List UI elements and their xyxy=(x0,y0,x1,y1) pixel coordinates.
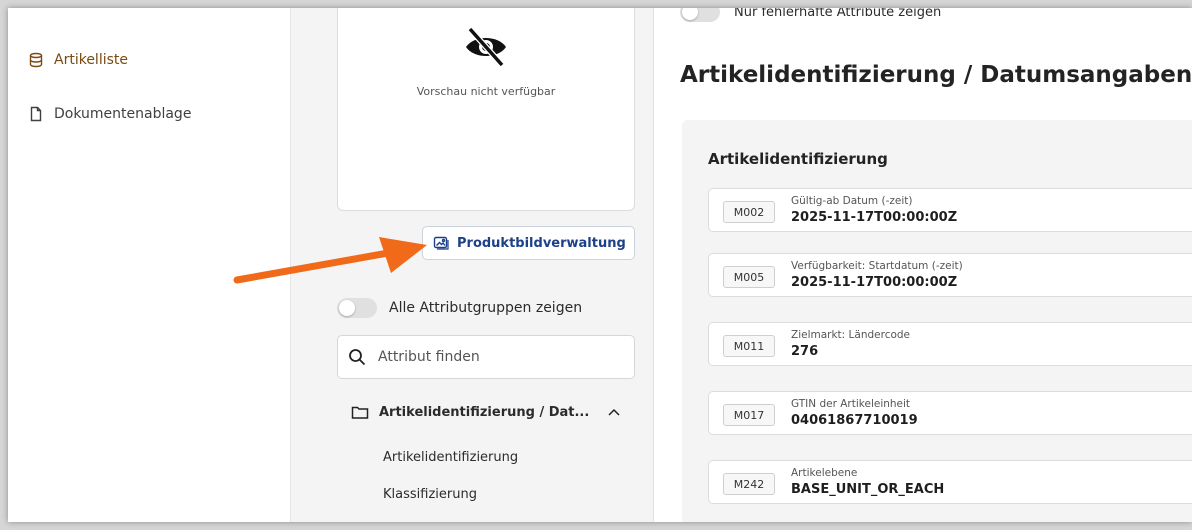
sidebar-item-dokumentenablage[interactable]: Dokumentenablage xyxy=(28,106,191,122)
app-window: Artikelliste Dokumentenablage Vorschau n… xyxy=(8,8,1192,522)
attribute-code: M005 xyxy=(723,266,775,288)
image-preview: Vorschau nicht verfügbar xyxy=(337,8,635,211)
attribute-value: BASE_UNIT_OR_EACH xyxy=(791,482,945,497)
section-title: Artikelidentifizierung xyxy=(708,150,888,168)
button-label: Produktbildverwaltung xyxy=(457,235,626,251)
attribute-code: M002 xyxy=(723,201,775,223)
sub-item-artikelidentifizierung[interactable]: Artikelidentifizierung xyxy=(383,450,518,465)
attribute-value: 2025-11-17T00:00:00Z xyxy=(791,275,958,290)
attribute-value: 04061867710019 xyxy=(791,413,918,428)
chevron-up-icon[interactable] xyxy=(607,407,621,417)
toggle-label: Alle Attributgruppen zeigen xyxy=(389,300,583,316)
show-all-groups-toggle[interactable] xyxy=(337,298,377,318)
sidebar-item-label: Artikelliste xyxy=(54,52,128,68)
document-icon xyxy=(30,106,42,122)
image-icon xyxy=(433,236,449,250)
attribute-search-input[interactable] xyxy=(378,349,618,365)
eye-off-icon xyxy=(466,27,506,67)
attribute-label: Zielmarkt: Ländercode xyxy=(791,329,911,341)
show-faulty-toggle-row: Nur fehlerhafte Attribute zeigen xyxy=(680,8,941,22)
attribute-search-box xyxy=(337,335,635,379)
show-all-groups-toggle-row: Alle Attributgruppen zeigen xyxy=(337,298,582,318)
attribute-label: GTIN der Artikeleinheit xyxy=(791,398,911,410)
attribute-value: 276 xyxy=(791,344,819,359)
search-icon xyxy=(349,349,366,366)
preview-unavailable-text: Vorschau nicht verfügbar xyxy=(416,85,556,98)
group-artikelidentifizierung[interactable]: Artikelidentifizierung / Dat... xyxy=(351,404,631,420)
sidebar-item-artikelliste[interactable]: Artikelliste xyxy=(28,52,128,68)
database-icon xyxy=(29,52,43,68)
attribute-row[interactable]: M017 GTIN der Artikeleinheit 04061867710… xyxy=(708,391,1192,435)
toggle-label: Nur fehlerhafte Attribute zeigen xyxy=(734,8,942,20)
attribute-label: Verfügbarkeit: Startdatum (-zeit) xyxy=(791,260,963,272)
annotation-arrow-icon xyxy=(233,237,427,284)
attribute-code: M242 xyxy=(723,473,775,495)
attribute-code: M011 xyxy=(723,335,775,357)
attribute-label: Artikelebene xyxy=(791,467,858,479)
sub-item-klassifizierung[interactable]: Klassifizierung xyxy=(383,487,477,502)
sidebar-item-label: Dokumentenablage xyxy=(54,106,192,122)
attribute-row[interactable]: M011 Zielmarkt: Ländercode 276 xyxy=(708,322,1192,366)
attribute-row[interactable]: M005 Verfügbarkeit: Startdatum (-zeit) 2… xyxy=(708,253,1192,297)
attribute-row[interactable]: M002 Gültig-ab Datum (-zeit) 2025-11-17T… xyxy=(708,188,1192,232)
attribute-value: 2025-11-17T00:00:00Z xyxy=(791,210,958,225)
page-title: Artikelidentifizierung / Datumsangaben / xyxy=(680,62,1192,88)
folder-icon xyxy=(351,406,369,419)
show-faulty-toggle[interactable] xyxy=(680,8,720,22)
product-image-management-button[interactable]: Produktbildverwaltung xyxy=(422,226,635,260)
attribute-code: M017 xyxy=(723,404,775,426)
group-label: Artikelidentifizierung / Dat... xyxy=(379,404,590,420)
attribute-row[interactable]: M242 Artikelebene BASE_UNIT_OR_EACH xyxy=(708,460,1192,504)
attribute-label: Gültig-ab Datum (-zeit) xyxy=(791,195,913,207)
